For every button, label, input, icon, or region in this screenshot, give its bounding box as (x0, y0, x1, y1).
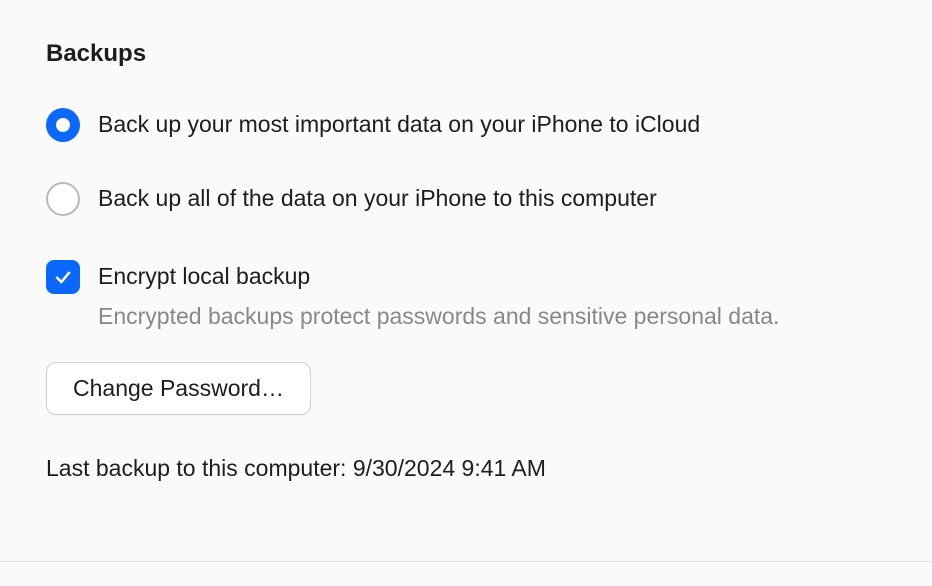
radio-icon-unselected (46, 182, 80, 216)
radio-label-icloud: Back up your most important data on your… (98, 110, 700, 140)
checkmark-icon (53, 267, 73, 287)
encrypt-checkbox-label: Encrypt local backup (98, 260, 310, 292)
radio-label-local: Back up all of the data on your iPhone t… (98, 184, 657, 214)
radio-option-local[interactable]: Back up all of the data on your iPhone t… (46, 182, 886, 216)
divider (0, 561, 932, 562)
checkbox-checked-icon (46, 260, 80, 294)
change-password-button[interactable]: Change Password… (46, 362, 311, 415)
radio-option-icloud[interactable]: Back up your most important data on your… (46, 108, 886, 142)
radio-icon-selected (46, 108, 80, 142)
encrypt-local-backup-checkbox[interactable]: Encrypt local backup (46, 260, 886, 294)
encrypt-checkbox-sublabel: Encrypted backups protect passwords and … (98, 300, 886, 332)
section-title: Backups (46, 40, 886, 68)
backup-destination-radio-group: Back up your most important data on your… (46, 108, 886, 216)
last-backup-text: Last backup to this computer: 9/30/2024 … (46, 455, 886, 482)
